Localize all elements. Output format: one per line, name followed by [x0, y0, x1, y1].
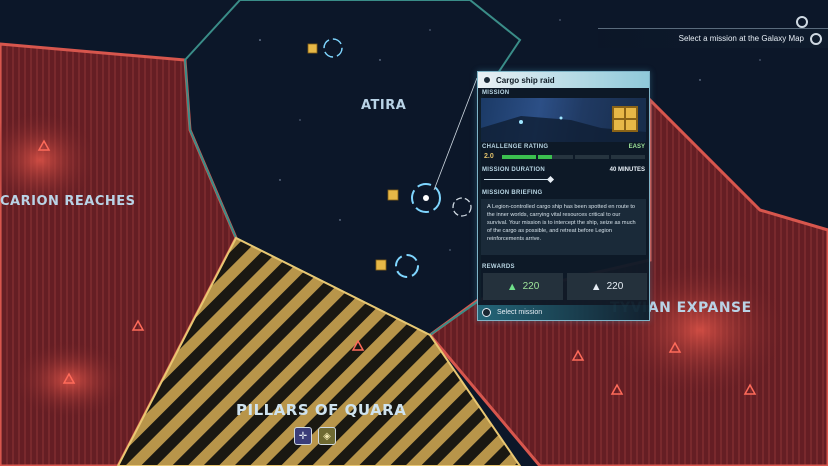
mission-duration-label: MISSION DURATION — [482, 167, 546, 173]
reward-slot-2: ▲ 220 — [567, 273, 647, 300]
objective-icon — [810, 32, 822, 45]
galaxy-map[interactable] — [0, 0, 828, 466]
target-button[interactable]: ◈ — [318, 427, 336, 445]
rating-segment — [574, 155, 609, 159]
gear-icon[interactable] — [796, 16, 808, 28]
rating-segment — [538, 155, 573, 159]
section-label-mission: MISSION — [482, 90, 510, 96]
select-mission-label: Select mission — [497, 309, 543, 316]
objective-hint-bar: Select a mission at the Galaxy Map — [598, 28, 828, 48]
crosshair-button[interactable]: ✛ — [294, 427, 312, 445]
crosshair-icon: ✛ — [298, 430, 308, 442]
reward-slot-1: ▲ 220 — [483, 273, 563, 300]
region-label-pillars-of-quara: PILLARS OF QUARA — [236, 401, 407, 419]
objective-hint-text: Select a mission at the Galaxy Map — [678, 34, 804, 43]
region-label-carion-reaches: CARION REACHES — [0, 194, 136, 209]
rating-segment — [502, 155, 537, 159]
rating-segment — [610, 155, 645, 159]
rating-segment-fill — [538, 155, 552, 159]
challenge-rating-value: 2.0 — [484, 153, 494, 160]
target-icon: ◈ — [323, 430, 331, 442]
mission-briefing-label: MISSION BRIEFING — [482, 190, 543, 196]
mission-panel: Cargo ship raid MISSION CHALLENGE RATING… — [477, 71, 650, 321]
select-mission-button[interactable]: Select mission — [478, 305, 649, 320]
white-triangle-currency-icon: ▲ — [590, 280, 602, 293]
difficulty-value: EASY — [628, 144, 645, 150]
rewards-label: REWARDS — [482, 264, 515, 270]
challenge-rating-label: CHALLENGE RATING — [482, 144, 549, 150]
region-label-atira: ATIRA — [361, 98, 407, 113]
mission-title: Cargo ship raid — [496, 75, 555, 85]
button-prompt-icon — [482, 308, 491, 317]
rating-segment-fill — [502, 155, 537, 159]
mission-briefing-text: A Legion-controlled cargo ship has been … — [481, 199, 646, 255]
mission-preview-image — [481, 98, 646, 142]
cargo-crate-icon — [612, 106, 638, 132]
reward-value-2: 220 — [606, 281, 624, 292]
challenge-rating-bar — [502, 155, 645, 159]
reward-value-1: 220 — [522, 281, 540, 292]
mission-duration-value: 40 MINUTES — [609, 167, 645, 173]
duration-track — [484, 179, 551, 180]
mission-panel-header: Cargo ship raid — [478, 72, 649, 88]
duration-marker — [546, 175, 555, 184]
green-triangle-currency-icon: ▲ — [506, 280, 518, 293]
mission-type-icon — [482, 75, 492, 85]
